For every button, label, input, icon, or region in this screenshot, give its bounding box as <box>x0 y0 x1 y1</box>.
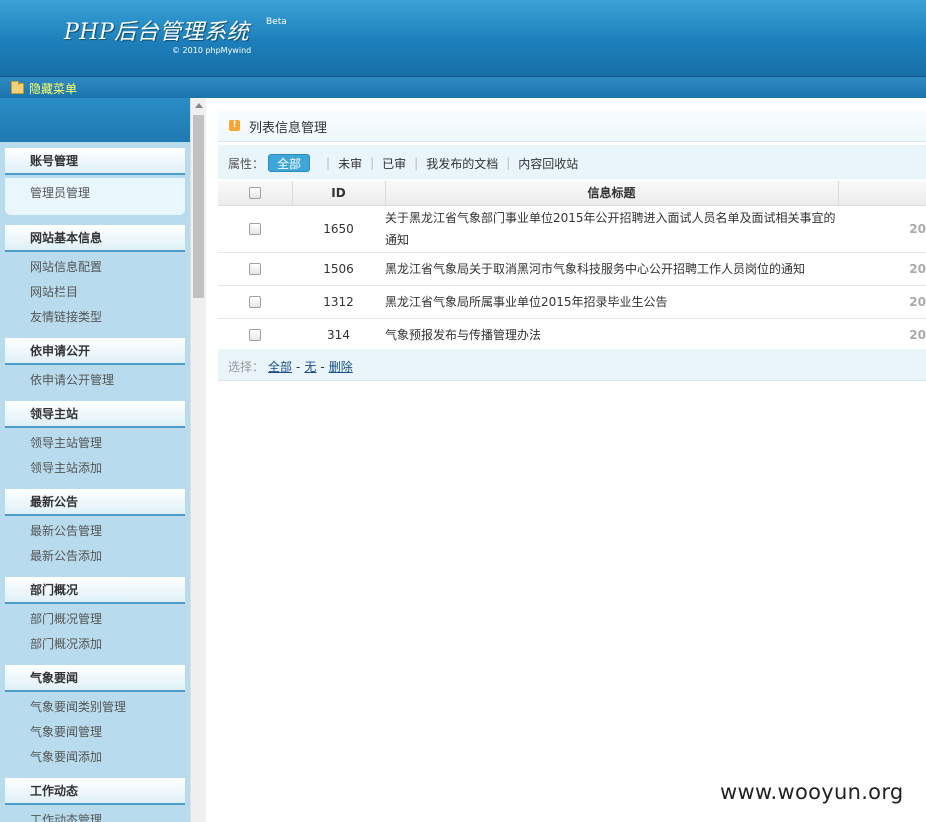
beta-badge: Beta <box>266 17 287 27</box>
row-checkbox[interactable] <box>249 223 261 235</box>
table-row: 314 气象预报发布与传播管理办法 20 <box>218 318 926 352</box>
sidebar-group-title[interactable]: 依申请公开 <box>5 338 185 365</box>
sidebar-group: 气象要闻气象要闻类别管理 气象要闻管理 气象要闻添加 <box>5 665 185 772</box>
row-checkbox[interactable] <box>249 296 261 308</box>
sidebar-item[interactable]: 最新公告管理 <box>5 519 185 544</box>
scroll-thumb[interactable] <box>193 115 204 298</box>
page-title: 列表信息管理 <box>249 121 328 136</box>
sidebar-group-title[interactable]: 工作动态 <box>5 778 185 805</box>
sidebar-item[interactable]: 网站信息配置 <box>5 255 185 280</box>
table-row: 1506 黑龙江省气象局关于取消黑河市气象科技服务中心公开招聘工作人员岗位的通知 2… <box>218 252 926 286</box>
scroll-up-arrow-icon[interactable] <box>195 103 203 108</box>
row-id: 314 <box>292 318 385 352</box>
row-checkbox[interactable] <box>249 263 261 275</box>
filter-recycle-bin-link[interactable]: 内容回收站 <box>518 155 578 172</box>
row-id: 1506 <box>292 252 385 286</box>
app-header: PHP后台管理系统 Beta © 2010 phpMywind <box>0 0 926 76</box>
select-all-link[interactable]: 全部 <box>268 358 292 375</box>
hide-menu-button[interactable]: 隐藏菜单 <box>11 80 77 97</box>
app-title: PHP后台管理系统 <box>64 20 250 45</box>
row-date: 20 <box>838 252 926 286</box>
filter-unreviewed-link[interactable]: 未审 <box>338 155 362 172</box>
sidebar-item[interactable]: 气象要闻类别管理 <box>5 695 185 720</box>
select-bar: 选择： 全部 - 无 - 删除 <box>218 349 926 381</box>
sidebar-group: 部门概况部门概况管理 部门概况添加 <box>5 577 185 659</box>
select-none-link[interactable]: 无 <box>304 358 316 375</box>
row-date: 20 <box>838 318 926 352</box>
date-column-header <box>838 181 926 206</box>
table-header-row: ID 信息标题 <box>218 181 926 206</box>
row-date: 20 <box>838 285 926 319</box>
sidebar-item[interactable]: 工作动态管理 <box>5 808 185 822</box>
sidebar-group-title[interactable]: 网站基本信息 <box>5 225 185 252</box>
sidebar-top-band <box>0 98 190 142</box>
sidebar-item[interactable]: 友情链接类型 <box>5 305 185 330</box>
row-title-line: 关于黑龙江省气象部门事业单位2015年公开招聘进入面试人员名单及面试相关事宜的 <box>385 210 836 225</box>
menu-bar: 隐藏菜单 <box>0 76 926 98</box>
row-title-link[interactable]: 黑龙江省气象局关于取消黑河市气象科技服务中心公开招聘工作人员岗位的通知 <box>385 257 838 281</box>
delete-link[interactable]: 删除 <box>329 358 353 375</box>
row-id: 1312 <box>292 285 385 319</box>
row-title-line: 通知 <box>385 232 410 247</box>
row-title-line: 黑龙江省气象局关于取消黑河市气象科技服务中心公开招聘工作人员岗位的通知 <box>385 261 806 276</box>
filter-all-button[interactable]: 全部 <box>268 154 311 172</box>
id-column-header[interactable]: ID <box>292 181 386 206</box>
sidebar-group: 最新公告最新公告管理 最新公告添加 <box>5 489 185 571</box>
table-row: 1650 关于黑龙江省气象部门事业单位2015年公开招聘进入面试人员名单及面试相关… <box>218 205 926 253</box>
title-column-header[interactable]: 信息标题 <box>385 181 839 206</box>
copyright-text: © 2010 phpMywind <box>172 46 252 55</box>
row-title-link[interactable]: 气象预报发布与传播管理办法 <box>385 323 838 347</box>
sidebar-group: 网站基本信息 网站信息配置 网站栏目 友情链接类型 <box>5 225 185 332</box>
sidebar: 账号管理 管理员管理 网站基本信息 网站信息配置 网站栏目 友情链接类型 依申请公开 依申请公… <box>0 98 190 822</box>
sidebar-group-title[interactable]: 最新公告 <box>5 489 185 516</box>
info-icon: ! <box>229 120 240 131</box>
sidebar-group: 依申请公开依申请公开管理 <box>5 338 185 395</box>
row-title-link[interactable]: 黑龙江省气象局所属事业单位2015年招录毕业生公告 <box>385 290 838 314</box>
row-title-line: 气象预报发布与传播管理办法 <box>385 327 542 342</box>
sidebar-item[interactable]: 领导主站管理 <box>5 431 185 456</box>
sidebar-item[interactable]: 气象要闻管理 <box>5 720 185 745</box>
sidebar-group: 账号管理 管理员管理 <box>5 148 185 221</box>
filter-my-docs-link[interactable]: 我发布的文档 <box>426 155 498 172</box>
main-content: ! 列表信息管理 属性： 全部 | 未审 | 已审 | 我发布的文档 | 内容回… <box>206 98 926 822</box>
filter-bar: 属性： 全部 | 未审 | 已审 | 我发布的文档 | 内容回收站 <box>218 145 926 179</box>
hide-menu-label: 隐藏菜单 <box>29 82 78 96</box>
row-title-line: 黑龙江省气象局所属事业单位2015年招录毕业生公告 <box>385 294 668 309</box>
sidebar-group-title[interactable]: 部门概况 <box>5 577 185 604</box>
sidebar-item[interactable]: 领导主站添加 <box>5 456 185 481</box>
filter-label: 属性： <box>228 156 265 171</box>
sidebar-group-title[interactable]: 账号管理 <box>5 148 185 175</box>
sidebar-item[interactable]: 气象要闻添加 <box>5 745 185 770</box>
sidebar-item[interactable]: 网站栏目 <box>5 280 185 305</box>
info-table: ID 信息标题 1650 关于黑龙江省气象部门事业单位2015年公开招聘进入面试人… <box>218 181 926 352</box>
row-title-link[interactable]: 关于黑龙江省气象部门事业单位2015年公开招聘进入面试人员名单及面试相关事宜的通… <box>385 206 838 252</box>
table-row: 1312 黑龙江省气象局所属事业单位2015年招录毕业生公告 20 <box>218 285 926 319</box>
sidebar-scrollbar[interactable] <box>190 98 206 822</box>
filter-reviewed-link[interactable]: 已审 <box>382 155 406 172</box>
sidebar-group: 领导主站领导主站管理 领导主站添加 <box>5 401 185 483</box>
sidebar-item[interactable]: 依申请公开管理 <box>5 368 185 393</box>
select-all-checkbox[interactable] <box>248 187 261 200</box>
select-all-header <box>218 181 293 206</box>
sidebar-item[interactable]: 最新公告添加 <box>5 544 185 569</box>
sidebar-group: 工作动态工作动态管理 <box>5 778 185 822</box>
folder-icon <box>11 81 24 94</box>
row-id: 1650 <box>292 205 385 253</box>
row-date: 20 <box>838 205 926 253</box>
sidebar-group-title[interactable]: 气象要闻 <box>5 665 185 692</box>
row-checkbox[interactable] <box>249 329 261 341</box>
select-label: 选择： <box>228 360 265 374</box>
sidebar-item[interactable]: 部门概况添加 <box>5 632 185 657</box>
sidebar-item[interactable]: 管理员管理 <box>5 178 185 215</box>
sidebar-item[interactable]: 部门概况管理 <box>5 607 185 632</box>
sidebar-group-title[interactable]: 领导主站 <box>5 401 185 428</box>
panel-header: ! 列表信息管理 <box>218 110 926 142</box>
watermark: www.wooyun.org <box>720 780 904 804</box>
